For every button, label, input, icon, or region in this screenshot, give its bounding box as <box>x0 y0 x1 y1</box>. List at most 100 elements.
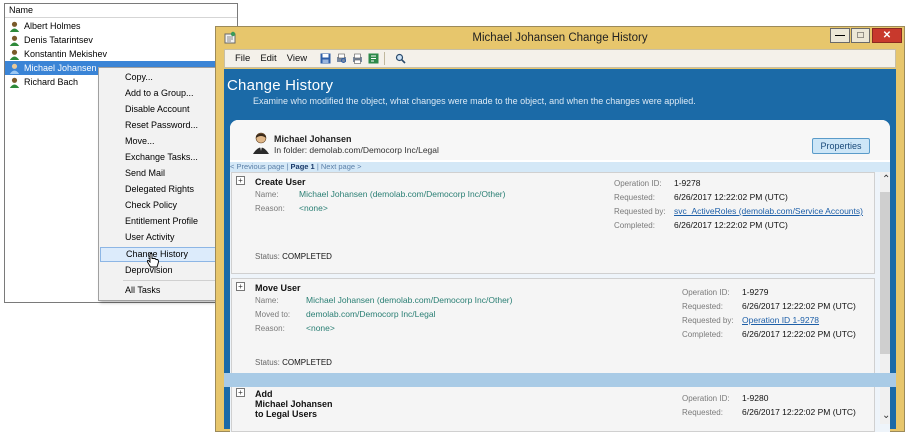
expand-icon[interactable]: + <box>236 388 245 397</box>
user-name: Albert Holmes <box>24 21 81 31</box>
next-page-link[interactable]: Next page > <box>321 162 362 171</box>
requested-label: Requested: <box>682 302 723 311</box>
field-value: demolab.com/Democorp Inc/Legal <box>306 309 436 319</box>
menu-view[interactable]: View <box>287 53 307 64</box>
scroll-up-icon[interactable]: ⌃ <box>882 174 890 185</box>
completed-value: 6/26/2017 12:22:02 PM (UTC) <box>674 220 788 230</box>
menu-edit[interactable]: Edit <box>260 53 276 64</box>
requested-by-link[interactable]: Operation ID 1-9278 <box>742 315 819 325</box>
menu-item-add-to-group[interactable]: Add to a Group... <box>100 86 218 101</box>
status-label: Status: <box>255 358 280 367</box>
window-title: Michael Johansen Change History <box>472 32 648 44</box>
entry-title: Create User <box>255 177 306 187</box>
menu-item-all-tasks[interactable]: All Tasks <box>100 283 218 298</box>
hand-cursor-icon <box>146 253 159 268</box>
menu-item-exchange-tasks[interactable]: Exchange Tasks... <box>100 150 218 165</box>
status-value: COMPLETED <box>282 358 332 367</box>
user-icon <box>9 49 20 60</box>
menu-item-check-policy[interactable]: Check Policy <box>100 198 218 213</box>
menu-bar: File Edit View <box>224 49 896 68</box>
print-icon[interactable] <box>352 53 363 64</box>
requested-value: 6/26/2017 12:22:02 PM (UTC) <box>742 407 856 417</box>
status-line: Status: COMPLETED <box>255 358 332 367</box>
history-entry: + Move User Name: Michael Johansen (demo… <box>231 278 875 380</box>
print-preview-icon[interactable] <box>336 53 347 64</box>
page-title: Change History <box>227 77 334 94</box>
menu-item-user-activity[interactable]: User Activity <box>100 230 218 245</box>
status-line: Status: COMPLETED <box>255 252 332 261</box>
requested-by-label: Requested by: <box>682 316 734 325</box>
field-value: <none> <box>306 323 335 333</box>
field-label: Name: <box>255 296 279 305</box>
requested-label: Requested: <box>614 193 655 202</box>
user-name: Michael Johansen <box>24 63 97 73</box>
search-icon[interactable] <box>395 53 406 64</box>
menu-item-copy[interactable]: Copy... <box>100 70 218 85</box>
user-name: Konstantin Mekishev <box>24 49 108 59</box>
menu-item-reset-password[interactable]: Reset Password... <box>100 118 218 133</box>
history-list[interactable]: + Create User Name: Michael Johansen (de… <box>230 172 890 432</box>
close-button[interactable]: ✕ <box>872 28 902 43</box>
field-value: Michael Johansen (demolab.com/Democorp I… <box>299 189 506 199</box>
requested-by-label: Requested by: <box>614 207 666 216</box>
history-entry: + Create User Name: Michael Johansen (de… <box>231 172 875 274</box>
pager: < Previous page | Page 1 | Next page > <box>230 162 890 172</box>
menu-item-disable-account[interactable]: Disable Account <box>100 102 218 117</box>
field-label: Name: <box>255 190 279 199</box>
menu-file[interactable]: File <box>235 53 250 64</box>
user-icon <box>9 35 20 46</box>
menu-item-move[interactable]: Move... <box>100 134 218 149</box>
user-name: Denis Tatarintsev <box>24 35 93 45</box>
object-name: Michael Johansen <box>274 134 352 144</box>
completed-label: Completed: <box>682 330 723 339</box>
operation-id-label: Operation ID: <box>682 288 730 297</box>
operation-id-label: Operation ID: <box>682 394 730 403</box>
entry-title-line: to Legal Users <box>255 409 318 419</box>
current-page: Page 1 <box>290 162 315 171</box>
field-value: Michael Johansen (demolab.com/Democorp I… <box>306 295 513 305</box>
user-name: Richard Bach <box>24 77 79 87</box>
requested-value: 6/26/2017 12:22:02 PM (UTC) <box>674 192 788 202</box>
scroll-down-icon[interactable]: ⌄ <box>882 410 890 421</box>
minimize-icon: — <box>835 30 845 41</box>
expand-icon[interactable]: + <box>236 282 245 291</box>
entry-title: Move User <box>255 283 301 293</box>
maximize-button[interactable]: □ <box>851 28 870 43</box>
requested-value: 6/26/2017 12:22:02 PM (UTC) <box>742 301 856 311</box>
menu-item-entitlement-profile[interactable]: Entitlement Profile <box>100 214 218 229</box>
expand-icon[interactable]: + <box>236 176 245 185</box>
title-bar[interactable]: Michael Johansen Change History — □ ✕ <box>216 27 904 50</box>
close-icon: ✕ <box>882 30 892 41</box>
user-row[interactable]: Albert Holmes <box>5 19 237 33</box>
save-icon[interactable] <box>320 53 331 64</box>
completed-value: 6/26/2017 12:22:02 PM (UTC) <box>742 329 856 339</box>
menu-item-send-mail[interactable]: Send Mail <box>100 166 218 181</box>
history-entry: + Add Michael Johansen to Legal Users Op… <box>231 384 875 432</box>
status-label: Status: <box>255 252 280 261</box>
previous-page-link[interactable]: < Previous page <box>230 162 284 171</box>
requested-by-link[interactable]: svc_ActiveRoles (demolab.com/Service Acc… <box>674 206 863 216</box>
object-folder: In folder: demolab.com/Democorp Inc/Lega… <box>274 145 439 155</box>
name-column-header[interactable]: Name <box>5 4 237 18</box>
minimize-button[interactable]: — <box>830 28 850 43</box>
field-label: Moved to: <box>255 310 291 319</box>
page-subtitle: Examine who modified the object, what ch… <box>253 96 696 106</box>
operation-id-label: Operation ID: <box>614 179 662 188</box>
user-icon <box>9 77 20 88</box>
menu-item-delegated-rights[interactable]: Delegated Rights <box>100 182 218 197</box>
entry-title-line: Add <box>255 389 273 399</box>
export-icon[interactable] <box>368 53 379 64</box>
bottom-bar <box>224 373 896 387</box>
field-label: Reason: <box>255 324 285 333</box>
user-icon <box>9 21 20 32</box>
completed-label: Completed: <box>614 221 655 230</box>
field-value: <none> <box>299 203 328 213</box>
properties-button[interactable]: Properties <box>812 138 870 154</box>
maximize-icon: □ <box>857 30 864 41</box>
user-row[interactable]: Konstantin Mekishev <box>5 47 237 61</box>
user-icon <box>9 63 20 74</box>
change-history-window: Michael Johansen Change History — □ ✕ Fi… <box>215 26 905 432</box>
user-row[interactable]: Denis Tatarintsev <box>5 33 237 47</box>
scrollbar-thumb[interactable] <box>880 192 890 354</box>
operation-id-value: 1-9279 <box>742 287 769 297</box>
